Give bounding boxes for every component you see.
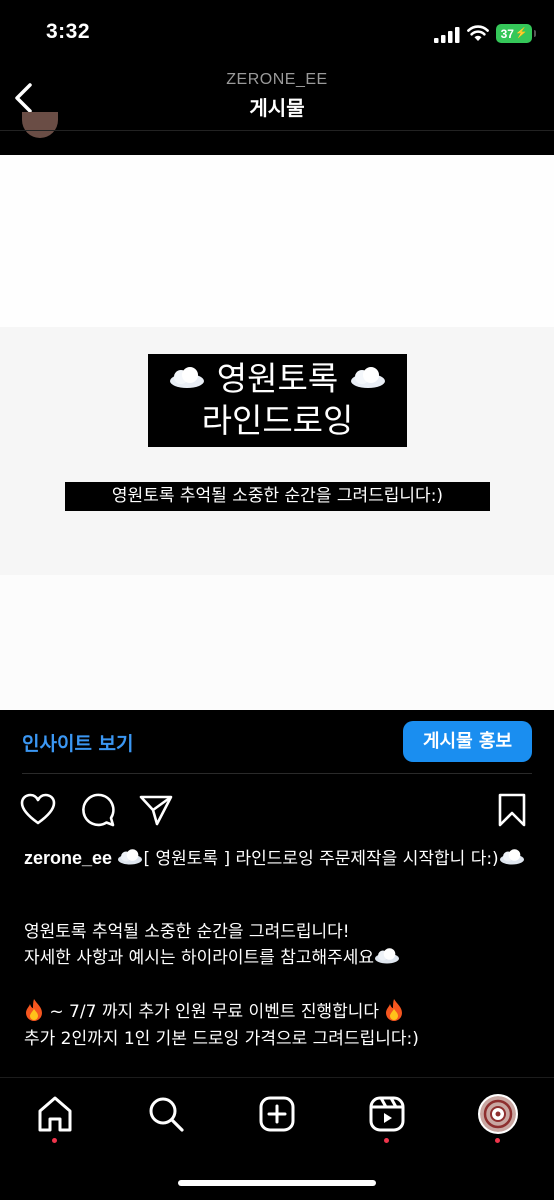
profile-avatar-image (480, 1096, 516, 1132)
home-indicator[interactable] (178, 1180, 376, 1186)
image-bg-top (0, 155, 554, 327)
battery-level: 37 (500, 26, 514, 41)
create-icon[interactable] (258, 1095, 296, 1133)
image-title-box: 영원토록 라인드로잉 (148, 354, 407, 447)
status-time: 3:32 (46, 20, 91, 43)
cloud-emoji-icon (350, 366, 385, 388)
fire-emoji-icon (386, 999, 403, 1021)
search-icon[interactable] (147, 1095, 185, 1133)
home-icon[interactable] (36, 1095, 74, 1133)
caption-text-2: 영원토록 추억될 소중한 순간을 그려드립니다! (24, 922, 350, 942)
promote-post-button[interactable]: 게시물 홍보 (403, 721, 532, 762)
image-title-line2: 라인드로잉 (201, 401, 354, 440)
caption-username[interactable]: zerone_ee (24, 848, 112, 868)
fire-emoji-icon (26, 999, 42, 1021)
cloud-emoji-icon (375, 948, 400, 964)
post-author-avatar[interactable] (22, 112, 58, 138)
caption-text-3: 자세한 사항과 예시는 하이라이트를 참고해주세요 (24, 948, 375, 968)
caption-text-1: [ 영원토록 ] 라인드로잉 주문제작을 시작합니 (143, 849, 466, 869)
image-subtitle: 영원토록 추억될 소중한 순간을 그려드립니다:) (65, 482, 490, 511)
caption-text-1b: 다:) (470, 849, 499, 869)
reels-notification-dot (384, 1138, 389, 1143)
share-icon[interactable] (138, 792, 174, 828)
comment-icon[interactable] (80, 792, 116, 828)
caption-text-5: 추가 2인까지 1인 기본 드로잉 가격으로 그려드립니다:) (24, 1029, 419, 1049)
profile-avatar[interactable] (478, 1094, 518, 1134)
cloud-emoji-icon (118, 849, 143, 865)
tabbar-divider (0, 1077, 554, 1078)
insights-divider (22, 773, 532, 774)
post-caption: zerone_ee [ 영원토록 ] 라인드로잉 주문제작을 시작합니 다:) (24, 846, 540, 871)
battery-indicator: 37 ⚡ (496, 24, 536, 43)
header-username: ZERONE_EE (226, 71, 328, 88)
caption-line-4: ~ 7/7 까지 추가 인원 무료 이벤트 진행합니다 (24, 999, 404, 1024)
profile-notification-dot (495, 1138, 500, 1143)
image-title-line1: 영원토록 (216, 359, 339, 398)
image-bg-bottom (0, 575, 554, 710)
view-insights-link[interactable]: 인사이트 보기 (22, 729, 134, 756)
caption-line-3: 자세한 사항과 예시는 하이라이트를 참고해주세요 (24, 946, 400, 970)
reels-icon[interactable] (368, 1095, 406, 1133)
page-title: 게시물 (249, 96, 305, 120)
caption-text-4: ~ 7/7 까지 추가 인원 무료 이벤트 진행합니다 (49, 1002, 380, 1022)
home-notification-dot (52, 1138, 57, 1143)
cloud-emoji-icon (499, 849, 524, 865)
post-image[interactable]: 영원토록 라인드로잉 영원토록 추억될 소중한 순간을 그려드립니다:) (0, 155, 554, 710)
cloud-emoji-icon (170, 366, 205, 388)
signal-icon (434, 27, 460, 43)
header-divider (0, 130, 554, 131)
heart-icon[interactable] (20, 792, 56, 828)
wifi-icon (467, 25, 489, 41)
bookmark-icon[interactable] (494, 792, 530, 828)
